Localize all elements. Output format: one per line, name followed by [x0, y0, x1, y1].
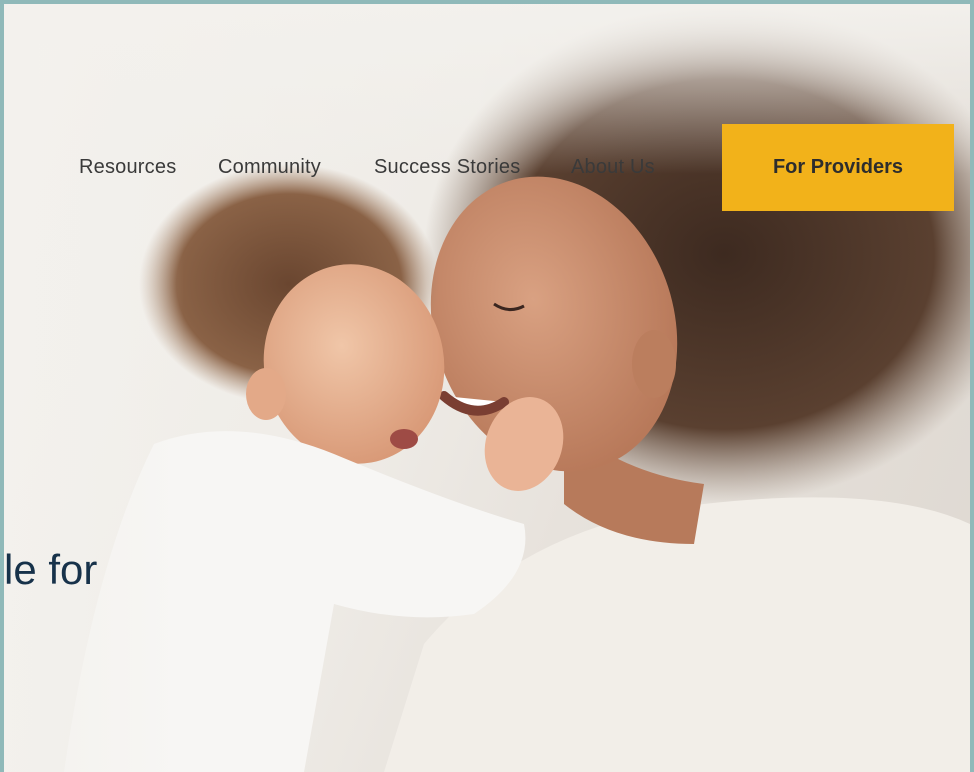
nav-item-resources[interactable]: Resources: [79, 156, 176, 179]
page-frame: Resources Community Success Stories Abou…: [0, 0, 974, 772]
hero-section: Resources Community Success Stories Abou…: [4, 4, 970, 772]
hero-headline: le for: [4, 546, 98, 593]
nav-item-community[interactable]: Community: [218, 156, 321, 179]
main-navigation: Resources Community Success Stories Abou…: [4, 4, 970, 234]
for-providers-button[interactable]: For Providers: [722, 124, 954, 211]
nav-item-success-stories[interactable]: Success Stories: [374, 156, 520, 179]
nav-item-about-us[interactable]: About Us: [571, 156, 655, 179]
